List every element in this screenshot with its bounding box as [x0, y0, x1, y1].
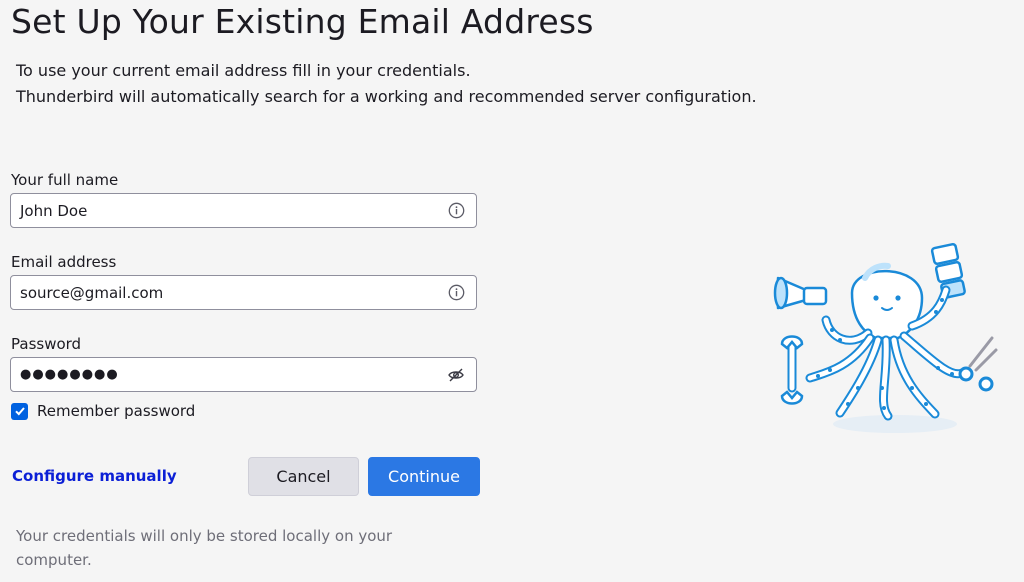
email-value[interactable]: source@gmail.com [20, 284, 447, 302]
password-input[interactable]: ●●●●●●●● [10, 357, 477, 392]
configure-manually-link[interactable]: Configure manually [12, 467, 177, 485]
full-name-value[interactable]: John Doe [20, 202, 447, 220]
page-title: Set Up Your Existing Email Address [11, 2, 594, 41]
email-label: Email address [11, 253, 117, 271]
octopus-mascot-illustration [773, 242, 998, 433]
cancel-button[interactable]: Cancel [248, 457, 359, 496]
continue-button[interactable]: Continue [368, 457, 480, 496]
megaphone-icon [773, 276, 828, 310]
email-input[interactable]: source@gmail.com [10, 275, 477, 310]
info-icon[interactable] [447, 284, 465, 302]
password-label: Password [11, 335, 82, 353]
full-name-label: Your full name [11, 171, 119, 189]
eye-slash-icon[interactable] [447, 366, 465, 384]
remember-password-row[interactable]: Remember password [11, 402, 195, 420]
description-line-1: To use your current email address fill i… [16, 61, 471, 80]
remember-password-checkbox[interactable] [11, 402, 28, 420]
footnote: Your credentials will only be stored loc… [16, 527, 393, 569]
checkmark-icon [14, 407, 25, 416]
description-line-2: Thunderbird will automatically search fo… [16, 87, 757, 106]
scissors-icon [958, 336, 998, 392]
password-value[interactable]: ●●●●●●●● [20, 368, 447, 381]
info-icon[interactable] [447, 202, 465, 220]
remember-password-label[interactable]: Remember password [37, 402, 195, 420]
wrench-icon [780, 335, 804, 405]
full-name-input[interactable]: John Doe [10, 193, 477, 228]
page-description: To use your current email address fill i… [16, 58, 757, 110]
